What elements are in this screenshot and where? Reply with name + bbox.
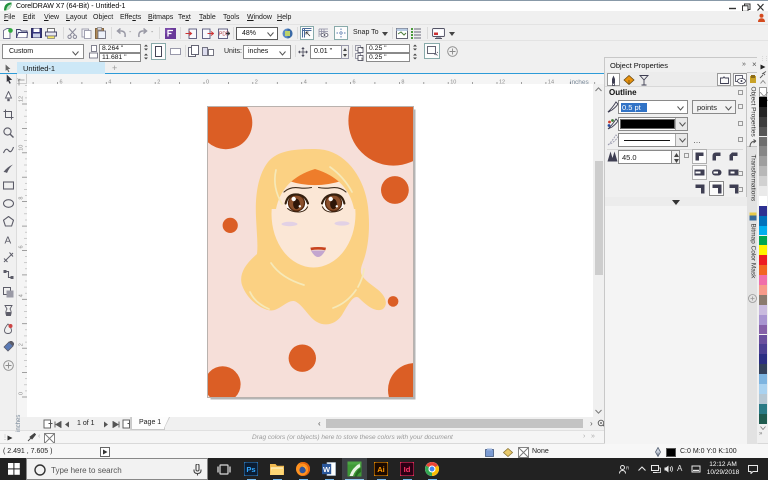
svg-text:2: 2 bbox=[19, 343, 25, 346]
svg-text:Id: Id bbox=[404, 465, 411, 474]
svg-text:x: x bbox=[361, 45, 363, 50]
svg-text:12: 12 bbox=[19, 96, 25, 102]
svg-text:R: R bbox=[626, 466, 629, 471]
svg-text:PDF: PDF bbox=[219, 31, 229, 37]
svg-text:W: W bbox=[323, 465, 331, 474]
svg-text:y: y bbox=[361, 56, 363, 61]
svg-text:8: 8 bbox=[19, 197, 25, 200]
svg-text:10: 10 bbox=[19, 145, 25, 151]
svg-text:A: A bbox=[5, 235, 12, 245]
svg-text:6: 6 bbox=[19, 245, 25, 248]
svg-text:Ps: Ps bbox=[246, 465, 255, 474]
svg-text:Ai: Ai bbox=[377, 465, 385, 474]
svg-text:4: 4 bbox=[19, 294, 25, 297]
svg-text:0: 0 bbox=[19, 392, 25, 395]
